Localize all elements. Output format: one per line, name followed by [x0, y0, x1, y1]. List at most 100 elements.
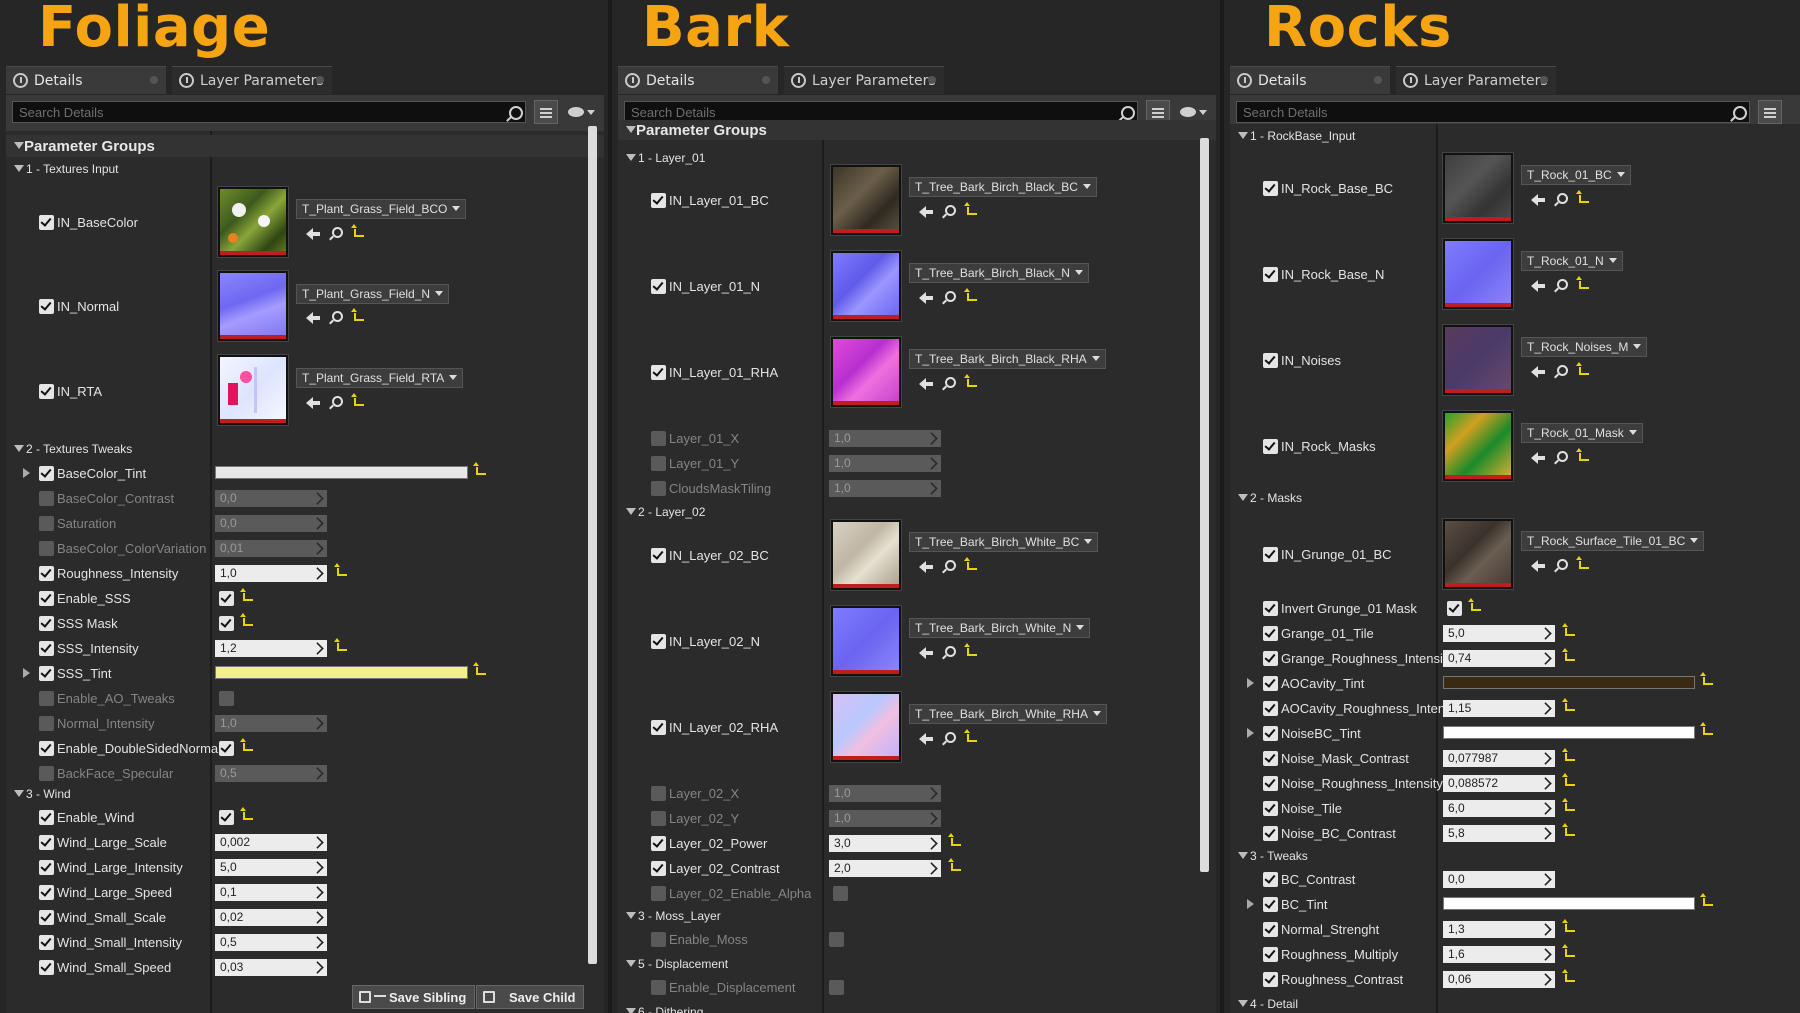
- texture-thumbnail[interactable]: [831, 606, 901, 676]
- browse-magnifier-icon[interactable]: [1557, 365, 1568, 376]
- numeric-input[interactable]: 0,5: [215, 934, 327, 951]
- numeric-input[interactable]: 5,0: [215, 859, 327, 876]
- reset-to-default-icon[interactable]: [1562, 823, 1575, 836]
- browse-magnifier-icon[interactable]: [332, 396, 343, 407]
- reset-to-default-icon[interactable]: [1576, 362, 1589, 375]
- browse-magnifier-icon[interactable]: [945, 377, 956, 388]
- visibility-eye-icon[interactable]: [1180, 104, 1208, 120]
- asset-picker[interactable]: T_Rock_01_BC: [1521, 165, 1631, 185]
- value-checkbox[interactable]: [219, 616, 234, 631]
- search-input[interactable]: Search Details: [1236, 101, 1750, 123]
- reset-to-default-icon[interactable]: [948, 833, 961, 846]
- numeric-input[interactable]: 0,74: [1443, 650, 1555, 667]
- texture-thumbnail[interactable]: [1443, 519, 1513, 589]
- texture-thumbnail[interactable]: [218, 271, 288, 341]
- parameter-groups-header[interactable]: Parameter Groups: [636, 122, 767, 139]
- browse-magnifier-icon[interactable]: [332, 227, 343, 238]
- reset-to-default-icon[interactable]: [240, 613, 253, 626]
- param-checkbox[interactable]: [39, 566, 54, 581]
- param-checkbox[interactable]: [39, 741, 54, 756]
- column-divider[interactable]: [1436, 124, 1438, 1013]
- param-checkbox[interactable]: [1263, 751, 1278, 766]
- search-input[interactable]: Search Details: [12, 101, 526, 123]
- reset-to-default-icon[interactable]: [1562, 969, 1575, 982]
- param-checkbox[interactable]: [651, 279, 666, 294]
- reset-to-default-icon[interactable]: [240, 588, 253, 601]
- asset-picker[interactable]: T_Rock_Noises_M: [1521, 337, 1648, 357]
- param-checkbox[interactable]: [1263, 267, 1278, 282]
- numeric-input[interactable]: 1,0: [215, 565, 327, 582]
- reset-to-default-icon[interactable]: [1576, 276, 1589, 289]
- numeric-input[interactable]: 1,0: [829, 785, 941, 802]
- reset-to-default-icon[interactable]: [334, 638, 347, 651]
- browse-magnifier-icon[interactable]: [332, 311, 343, 322]
- value-checkbox[interactable]: [833, 886, 848, 901]
- reset-to-default-icon[interactable]: [948, 858, 961, 871]
- group-header[interactable]: 3 - Tweaks: [1250, 849, 1308, 863]
- close-icon[interactable]: [150, 76, 158, 84]
- reset-to-default-icon[interactable]: [1562, 623, 1575, 636]
- view-options-grid-icon[interactable]: [1758, 100, 1782, 124]
- param-checkbox[interactable]: [39, 666, 54, 681]
- asset-picker[interactable]: T_Plant_Grass_Field_BCO: [296, 199, 467, 219]
- value-checkbox[interactable]: [219, 591, 234, 606]
- group-header[interactable]: 2 - Masks: [1250, 491, 1302, 505]
- texture-thumbnail[interactable]: [831, 520, 901, 590]
- value-checkbox[interactable]: [1447, 601, 1462, 616]
- numeric-input[interactable]: 2,0: [829, 860, 941, 877]
- reset-to-default-icon[interactable]: [1576, 448, 1589, 461]
- reset-to-default-icon[interactable]: [964, 729, 977, 742]
- browse-magnifier-icon[interactable]: [945, 205, 956, 216]
- param-checkbox[interactable]: [1263, 601, 1278, 616]
- browse-magnifier-icon[interactable]: [1557, 451, 1568, 462]
- group-header[interactable]: 1 - Textures Input: [26, 162, 119, 176]
- use-selected-arrow-icon[interactable]: [306, 312, 320, 324]
- value-checkbox[interactable]: [219, 741, 234, 756]
- param-checkbox[interactable]: [651, 634, 666, 649]
- param-checkbox[interactable]: [651, 548, 666, 563]
- numeric-input[interactable]: 1,0: [829, 480, 941, 497]
- parameter-groups-header[interactable]: Parameter Groups: [24, 138, 155, 155]
- param-checkbox[interactable]: [39, 810, 54, 825]
- numeric-input[interactable]: 0,02: [215, 909, 327, 926]
- param-checkbox[interactable]: [1263, 353, 1278, 368]
- group-header[interactable]: 5 - Displacement: [638, 957, 728, 971]
- param-checkbox[interactable]: [1263, 701, 1278, 716]
- use-selected-arrow-icon[interactable]: [919, 733, 933, 745]
- texture-thumbnail[interactable]: [831, 165, 901, 235]
- texture-thumbnail[interactable]: [1443, 153, 1513, 223]
- use-selected-arrow-icon[interactable]: [1531, 194, 1545, 206]
- browse-magnifier-icon[interactable]: [945, 291, 956, 302]
- numeric-input[interactable]: 1,0: [829, 810, 941, 827]
- param-checkbox[interactable]: [651, 980, 666, 995]
- use-selected-arrow-icon[interactable]: [306, 228, 320, 240]
- group-header[interactable]: 6 - Dithering: [638, 1005, 703, 1013]
- value-checkbox[interactable]: [219, 810, 234, 825]
- reset-to-default-icon[interactable]: [964, 202, 977, 215]
- reset-to-default-icon[interactable]: [473, 462, 486, 475]
- param-checkbox[interactable]: [1263, 181, 1278, 196]
- numeric-input[interactable]: 1,0: [215, 715, 327, 732]
- browse-magnifier-icon[interactable]: [945, 646, 956, 657]
- param-checkbox[interactable]: [651, 786, 666, 801]
- browse-magnifier-icon[interactable]: [945, 560, 956, 571]
- numeric-input[interactable]: 0,0: [215, 515, 327, 532]
- asset-picker[interactable]: T_Tree_Bark_Birch_White_BC: [909, 532, 1099, 552]
- asset-picker[interactable]: T_Tree_Bark_Birch_Black_N: [909, 263, 1089, 283]
- scrollbar[interactable]: [588, 126, 597, 964]
- reset-to-default-icon[interactable]: [1562, 698, 1575, 711]
- param-checkbox[interactable]: [1263, 826, 1278, 841]
- reset-to-default-icon[interactable]: [240, 807, 253, 820]
- param-checkbox[interactable]: [39, 716, 54, 731]
- numeric-input[interactable]: 0,0: [215, 490, 327, 507]
- param-checkbox[interactable]: [651, 886, 666, 901]
- param-checkbox[interactable]: [39, 835, 54, 850]
- browse-magnifier-icon[interactable]: [1557, 279, 1568, 290]
- save-sibling-button[interactable]: Save Sibling: [352, 985, 476, 1009]
- param-checkbox[interactable]: [39, 616, 54, 631]
- browse-magnifier-icon[interactable]: [945, 732, 956, 743]
- param-checkbox[interactable]: [39, 766, 54, 781]
- texture-thumbnail[interactable]: [1443, 411, 1513, 481]
- search-icon[interactable]: [1121, 106, 1135, 120]
- color-swatch[interactable]: [1443, 676, 1695, 689]
